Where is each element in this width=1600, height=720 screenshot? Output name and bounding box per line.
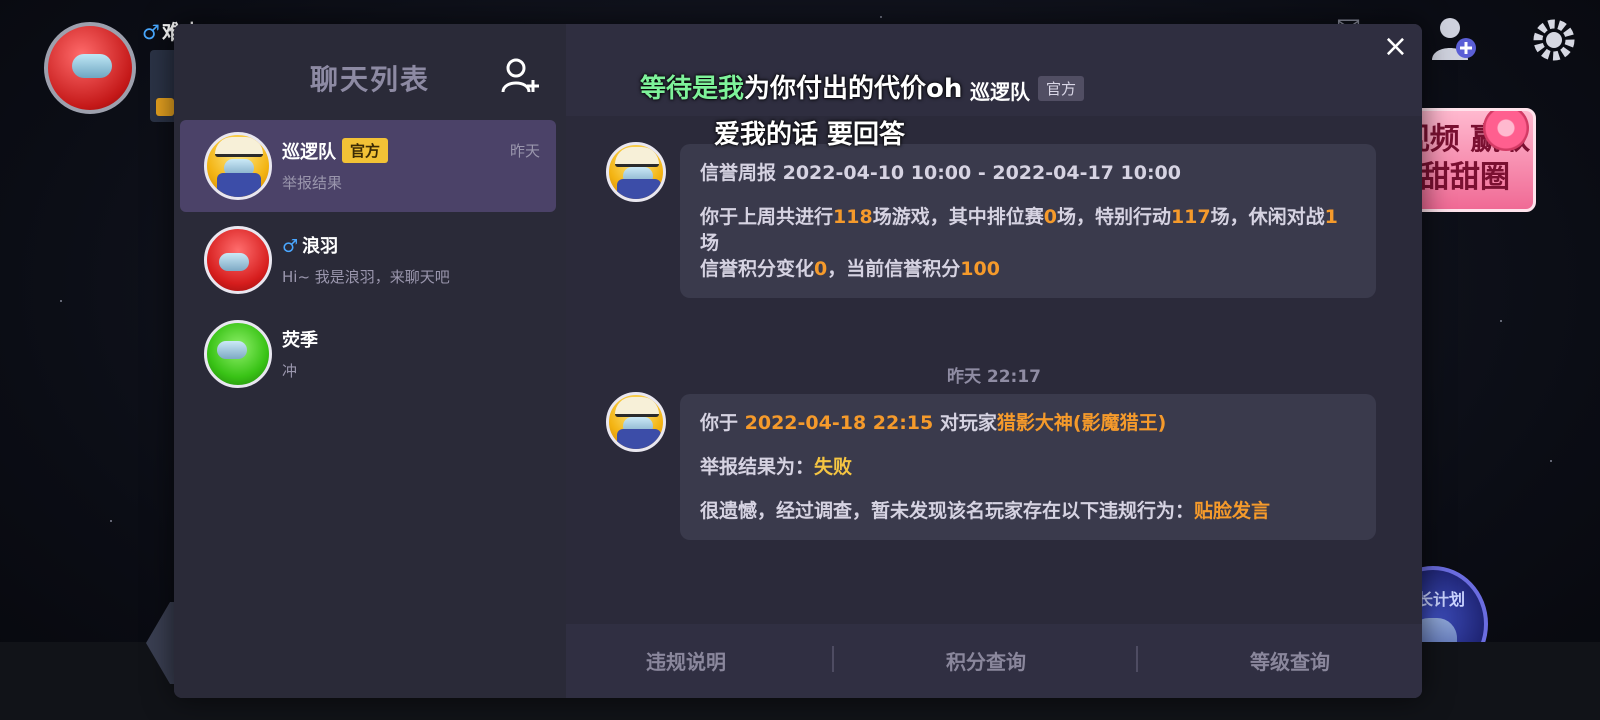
report-detail-line: 很遗憾，经过调查，暂未发现该名玩家存在以下违规行为：贴脸发言 — [700, 498, 1356, 524]
message-bubble-weekly-report: 信誉周报 2022-04-10 10:00 - 2022-04-17 10:00… — [680, 144, 1376, 298]
current-score-value: 100 — [960, 258, 1000, 280]
lyric-ghost: oh — [926, 74, 963, 104]
total-games-value: 118 — [833, 206, 873, 228]
star — [880, 16, 882, 18]
text-segment: 你于 — [700, 412, 745, 434]
lyric-line-2: 爱我的话 要回答 — [714, 120, 906, 150]
gear-icon[interactable] — [1530, 16, 1578, 72]
avatar — [204, 320, 272, 388]
text-segment: 信誉积分变化 — [700, 258, 815, 280]
casual-games-value: 1 — [1324, 206, 1338, 228]
text-segment: 场，特别行动 — [1056, 206, 1171, 228]
star — [1500, 320, 1502, 322]
time-separator: 昨天 22:17 — [946, 367, 1042, 387]
text-segment: 场 — [700, 232, 720, 254]
report-result: 失败 — [814, 456, 853, 478]
chat-footer: 违规说明 积分查询 等级查询 — [566, 624, 1422, 698]
contact-name-text: 巡逻队 — [282, 142, 336, 163]
text-segment: 对玩家 — [933, 412, 997, 434]
contact-preview: 冲 — [282, 362, 298, 380]
divider — [832, 646, 834, 672]
contact-name: 荧季 — [282, 330, 318, 351]
avatar-graphic — [609, 145, 663, 199]
violation-info-button[interactable]: 违规说明 — [566, 646, 806, 675]
player-avatar[interactable] — [44, 22, 136, 114]
text-segment: 场游戏，其中排位赛 — [872, 206, 1044, 228]
add-user-icon[interactable] — [500, 56, 540, 96]
report-result-line: 举报结果为：失败 — [700, 454, 1356, 480]
avatar — [204, 226, 272, 294]
chat-list-sidebar: 聊天列表 巡逻队 官方 举报结果 昨天 ♂ 浪羽 Hi~ 我是浪羽，来聊天吧 荧季 … — [174, 24, 566, 698]
avatar — [204, 132, 272, 200]
score-change-value: 0 — [814, 258, 828, 280]
chat-header-name: 巡逻队 — [970, 80, 1030, 104]
contact-name-text: 浪羽 — [302, 236, 339, 257]
chat-panel: 巡逻队 官方 × 信誉周报 2022-04-10 10:00 - 2022-04… — [566, 24, 1422, 698]
star — [60, 300, 62, 302]
contact-item-patrol[interactable]: 巡逻队 官方 举报结果 昨天 — [180, 120, 556, 212]
contact-name: 巡逻队 官方 — [282, 138, 389, 164]
divider — [1136, 646, 1138, 672]
score-query-button[interactable]: 积分查询 — [866, 646, 1106, 675]
avatar — [606, 142, 666, 202]
special-games-value: 117 — [1170, 206, 1211, 228]
contact-preview: 举报结果 — [282, 174, 343, 192]
violation-type: 贴脸发言 — [1194, 500, 1271, 522]
lyric-rest: 为你付出的代价 — [744, 74, 927, 104]
text-segment: 你于上周共进行 — [700, 206, 834, 228]
star — [110, 520, 112, 522]
star — [1550, 460, 1552, 462]
text-segment: ，当前信誉积分 — [827, 258, 961, 280]
avatar — [606, 392, 666, 452]
contact-time: 昨天 — [509, 142, 540, 160]
text-segment: 很遗憾，经过调查，暂未发现该名玩家存在以下违规行为： — [700, 500, 1195, 522]
ranked-games-value: 0 — [1043, 206, 1057, 228]
official-tag: 官方 — [1038, 76, 1085, 101]
text-segment: 场，休闲对战 — [1210, 206, 1325, 228]
official-tag: 官方 — [342, 138, 389, 163]
target-player: 猎影大神(影魔猎王) — [996, 412, 1167, 434]
report-target-line: 你于 2022-04-18 22:15 对玩家猎影大神(影魔猎王) — [700, 410, 1356, 436]
message-bubble-report-result: 你于 2022-04-18 22:15 对玩家猎影大神(影魔猎王) 举报结果为：… — [680, 394, 1376, 540]
contact-item-langyu[interactable]: ♂ 浪羽 Hi~ 我是浪羽，来聊天吧 — [180, 214, 556, 306]
lyric-sung: 等待是我 — [640, 74, 745, 104]
text-segment: 举报结果为： — [700, 456, 815, 478]
contact-item-yingji[interactable]: 荧季 冲 — [180, 308, 556, 400]
male-icon: ♂ — [282, 236, 299, 257]
close-icon[interactable]: × — [1383, 32, 1408, 62]
report-title: 信誉周报 2022-04-10 10:00 - 2022-04-17 10:00 — [700, 162, 1181, 184]
lyric-line-1: 等待是我为你付出的代价oh — [640, 68, 962, 105]
friends-icon[interactable] — [1430, 14, 1480, 72]
contact-name: ♂ 浪羽 — [282, 232, 338, 258]
avatar-graphic — [609, 395, 663, 449]
level-query-button[interactable]: 等级查询 — [1170, 646, 1410, 675]
male-icon: ♂ — [142, 20, 160, 44]
report-time: 2022-04-18 22:15 — [744, 412, 934, 434]
report-games-line: 你于上周共进行118场游戏，其中排位赛0场，特别行动117场，休闲对战1场 信誉积… — [700, 204, 1356, 282]
contact-preview: Hi~ 我是浪羽，来聊天吧 — [282, 268, 450, 286]
